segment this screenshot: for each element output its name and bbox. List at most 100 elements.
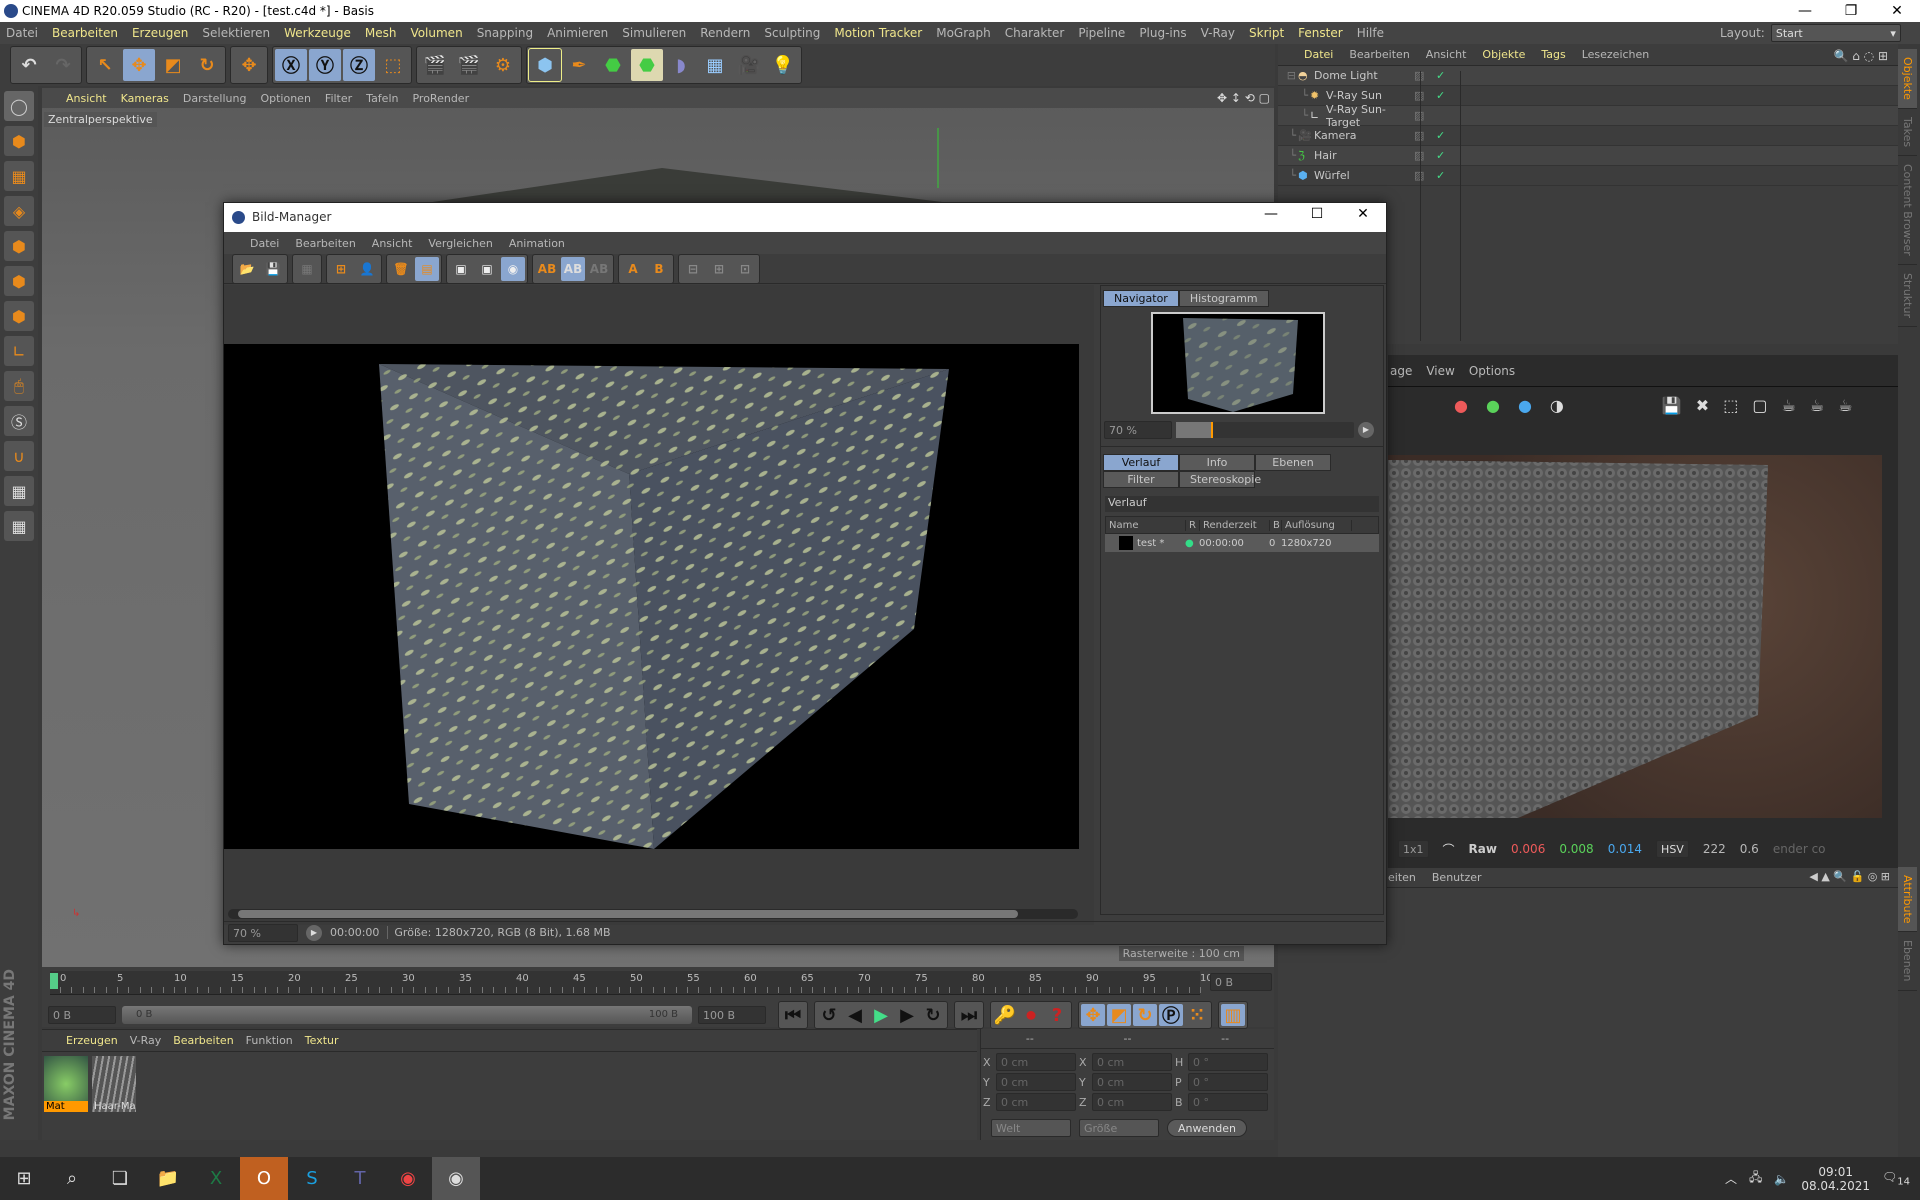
tray-chevron-icon[interactable]: ︿ xyxy=(1725,1170,1737,1187)
objects-menu-lesezeichen[interactable]: Lesezeichen xyxy=(1582,48,1650,61)
coord-field[interactable]: 0 ° xyxy=(1188,1093,1268,1111)
camera-icon[interactable]: 🎥 xyxy=(733,49,765,81)
ab-diff-icon[interactable]: AB xyxy=(587,257,611,281)
deformer-icon[interactable]: ◗ xyxy=(665,49,697,81)
search-icon[interactable]: ⌕ xyxy=(48,1157,96,1200)
bm-menu-animation[interactable]: Animation xyxy=(509,237,565,250)
attribute-nav-icons[interactable]: ◀ ▲ 🔍 🔓 ◎ ⊞ xyxy=(1809,870,1890,883)
mat-menu-v-ray[interactable]: V-Ray xyxy=(130,1034,162,1047)
restore-button[interactable]: ❐ xyxy=(1828,0,1874,22)
network-icon[interactable]: 🖧 xyxy=(1749,1168,1762,1189)
visibility-toggle[interactable]: ▨ xyxy=(1414,109,1436,122)
layers-icon[interactable]: ▤ xyxy=(415,256,439,281)
bm-minimize-button[interactable]: — xyxy=(1248,203,1294,225)
make-editable-icon[interactable]: ◯ xyxy=(4,91,34,121)
split-v-icon[interactable]: ⊞ xyxy=(707,257,731,281)
viewport-nav-icons[interactable]: ✥ ↕ ⟲ ▢ xyxy=(1217,91,1270,105)
enabled-check[interactable]: ✓ xyxy=(1436,149,1454,162)
delete-icon[interactable]: 🗑 xyxy=(389,257,413,281)
last-tool-icon[interactable]: ✥ xyxy=(233,49,265,81)
redo-icon[interactable]: ↷ xyxy=(47,49,79,81)
object-row[interactable]: └🎥Kamera▨✓ xyxy=(1278,126,1898,146)
x-axis-icon[interactable]: Ⓧ xyxy=(275,49,307,81)
object-row[interactable]: └∟V-Ray Sun-Target▨ xyxy=(1278,103,1898,129)
vfb-menu-view[interactable]: View xyxy=(1426,364,1454,378)
go-to-end-icon[interactable]: ⏭ xyxy=(957,1004,981,1026)
split-h-icon[interactable]: ⊟ xyxy=(681,257,705,281)
coord-field[interactable]: 0 cm xyxy=(996,1073,1076,1091)
task-view-icon[interactable]: ❏ xyxy=(96,1157,144,1200)
image-canvas[interactable] xyxy=(224,285,1094,925)
objects-menu-datei[interactable]: Datei xyxy=(1304,48,1333,61)
prev-frame-icon[interactable]: ◀ xyxy=(843,1004,867,1026)
enabled-check[interactable]: ✓ xyxy=(1436,69,1454,82)
red-channel-icon[interactable]: ● xyxy=(1454,396,1468,415)
key-move-icon[interactable]: ✥ xyxy=(1081,1004,1105,1026)
object-row[interactable]: └⬢Würfel▨✓ xyxy=(1278,166,1898,186)
timeline-ruler[interactable]: 0510152025303540455055606570758085909510… xyxy=(50,971,1219,995)
teams-icon[interactable]: T xyxy=(336,1157,384,1200)
objects-menu-objekte[interactable]: Objekte xyxy=(1482,48,1525,61)
model-mode-icon[interactable]: ⬢ xyxy=(4,126,34,156)
history-row[interactable]: test * ● 00:00:00 0 1280x720 xyxy=(1105,534,1379,552)
key-scale-icon[interactable]: ◩ xyxy=(1107,1004,1131,1026)
light-icon[interactable]: 💡 xyxy=(767,49,799,81)
polygons-mode-icon[interactable]: ⬢ xyxy=(4,301,34,331)
bm-maximize-button[interactable]: ☐ xyxy=(1294,203,1340,225)
texture-mode-icon[interactable]: ▦ xyxy=(4,161,34,191)
blue-channel-icon[interactable]: ● xyxy=(1518,396,1532,415)
snap-icon[interactable]: Ⓢ xyxy=(4,406,34,436)
array-icon[interactable]: ⬣ xyxy=(631,49,663,81)
view-compare-icon[interactable]: ◉ xyxy=(501,256,525,281)
start-icon[interactable]: ⊞ xyxy=(0,1157,48,1200)
tab-info[interactable]: Info xyxy=(1179,454,1255,471)
ab-icon[interactable]: AB xyxy=(535,257,559,281)
menu-werkzeuge[interactable]: Werkzeuge xyxy=(284,26,351,40)
objects-menu-tags[interactable]: Tags xyxy=(1541,48,1565,61)
menu-rendern[interactable]: Rendern xyxy=(700,26,750,40)
coordinate-system-icon[interactable]: ⬚ xyxy=(377,49,409,81)
current-frame-field[interactable]: 0 B xyxy=(1210,973,1272,991)
navigator-play-button[interactable]: ▶ xyxy=(1358,422,1374,438)
vfb-menu-options[interactable]: Options xyxy=(1469,364,1515,378)
menu-selektieren[interactable]: Selektieren xyxy=(202,26,270,40)
timeline-window-icon[interactable]: ▥ xyxy=(1221,1004,1245,1026)
green-channel-icon[interactable]: ● xyxy=(1486,396,1500,415)
menu-bearbeiten[interactable]: Bearbeiten xyxy=(52,26,118,40)
cinema4d-taskbar-icon[interactable]: ◉ xyxy=(432,1157,480,1200)
play-icon[interactable]: ▶ xyxy=(869,1004,893,1026)
coord-field[interactable]: 0 cm xyxy=(996,1093,1076,1111)
minimize-button[interactable]: — xyxy=(1782,0,1828,22)
apply-button[interactable]: Anwenden xyxy=(1167,1119,1247,1137)
view-a-icon[interactable]: ▣ xyxy=(449,257,473,281)
vfb-menu-age[interactable]: age xyxy=(1390,364,1412,378)
viewport-menu-prorender[interactable]: ProRender xyxy=(412,92,469,105)
bm-menu-datei[interactable]: Datei xyxy=(250,237,279,250)
visibility-toggle[interactable]: ▨ xyxy=(1414,89,1436,102)
go-to-start-icon[interactable]: ⏮ xyxy=(781,1004,805,1026)
undo-icon[interactable]: ↶ xyxy=(13,49,45,81)
next-key-icon[interactable]: ↻ xyxy=(921,1004,945,1026)
import-icon[interactable]: ⊞ xyxy=(329,257,353,281)
horizontal-scrollbar[interactable] xyxy=(228,909,1078,919)
volume-icon[interactable]: 🔈 xyxy=(1774,1172,1789,1186)
material-swatch[interactable]: Haar-Ma xyxy=(92,1056,136,1112)
prev-key-icon[interactable]: ↺ xyxy=(817,1004,841,1026)
end-frame-field[interactable]: 100 B xyxy=(698,1006,766,1024)
mat-menu-funktion[interactable]: Funktion xyxy=(246,1034,293,1047)
side-tab-content-browser[interactable]: Content Browser xyxy=(1898,156,1917,265)
bm-menu-ansicht[interactable]: Ansicht xyxy=(372,237,413,250)
visibility-toggle[interactable]: ▨ xyxy=(1414,129,1436,142)
navigator-zoom-field[interactable]: 70 % xyxy=(1104,421,1172,439)
open-icon[interactable]: 📂 xyxy=(235,257,259,281)
coord-field[interactable]: 0 cm xyxy=(1092,1073,1172,1091)
y-axis-icon[interactable]: Ⓨ xyxy=(309,49,341,81)
render-settings-icon[interactable]: ⚙ xyxy=(487,49,519,81)
menu-mesh[interactable]: Mesh xyxy=(365,26,397,40)
subdivision-icon[interactable]: ⬣ xyxy=(597,49,629,81)
bm-close-button[interactable]: ✕ xyxy=(1340,203,1386,225)
split-swap-icon[interactable]: ⊡ xyxy=(733,257,757,281)
chrome-icon[interactable]: ◉ xyxy=(384,1157,432,1200)
sample-dropdown[interactable]: 1x1 xyxy=(1398,840,1429,858)
viewport-menu-tafeln[interactable]: Tafeln xyxy=(366,92,398,105)
